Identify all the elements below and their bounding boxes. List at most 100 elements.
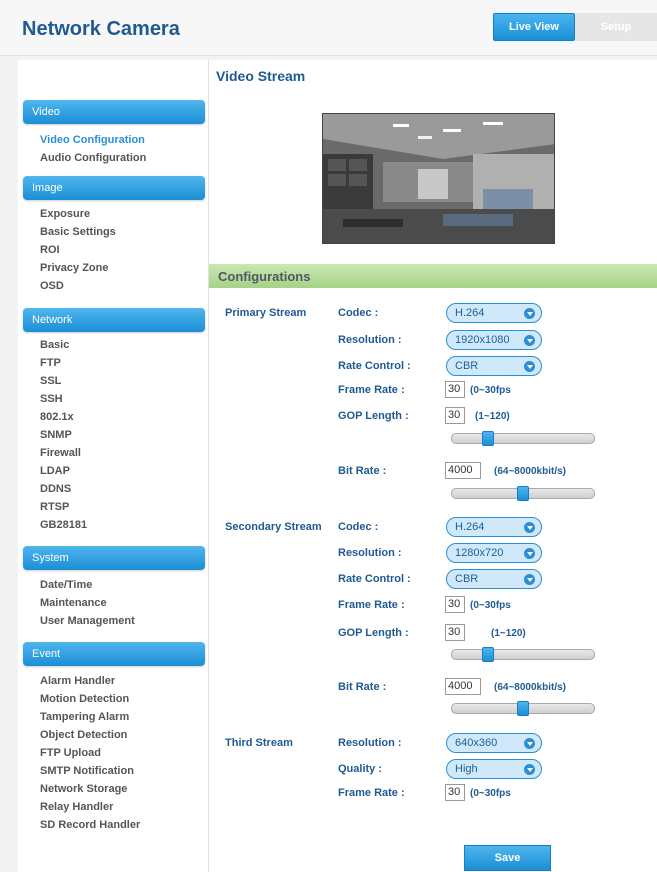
sidebar-item-exposure[interactable]: Exposure — [40, 205, 116, 223]
primary-resolution-label: Resolution : — [338, 334, 402, 346]
configurations-bar: Configurations — [209, 264, 657, 288]
secondary-bitrate-range: (64~8000kbit/s) — [494, 682, 566, 693]
secondary-bitrate-input[interactable]: 4000 — [445, 678, 481, 695]
primary-resolution-value: 1920x1080 — [455, 334, 510, 346]
sidebar: Video Video Configuration Audio Configur… — [18, 60, 209, 872]
sidebar-section-network[interactable]: Network — [23, 308, 205, 332]
sidebar-section-video[interactable]: Video — [23, 100, 205, 124]
primary-bitrate-label: Bit Rate : — [338, 465, 387, 477]
sidebar-item-firewall[interactable]: Firewall — [40, 444, 87, 462]
sidebar-section-image[interactable]: Image — [23, 176, 205, 200]
secondary-frame-rate-label: Frame Rate : — [338, 599, 405, 611]
configurations-title: Configurations — [218, 269, 311, 284]
sidebar-item-rtsp[interactable]: RTSP — [40, 498, 87, 516]
save-button[interactable]: Save — [464, 845, 551, 871]
sidebar-group-video: Video Configuration Audio Configuration — [40, 131, 146, 167]
sidebar-item-ftp[interactable]: FTP — [40, 354, 87, 372]
primary-frame-rate-range: (0~30fps — [470, 385, 511, 396]
secondary-gop-input[interactable]: 30 — [445, 624, 465, 641]
sidebar-item-snmp[interactable]: SNMP — [40, 426, 87, 444]
sidebar-group-event: Alarm Handler Motion Detection Tampering… — [40, 672, 140, 834]
tab-live-view[interactable]: Live View — [493, 13, 575, 41]
chevron-down-icon — [524, 361, 535, 372]
camera-preview — [322, 113, 555, 244]
primary-frame-rate-label: Frame Rate : — [338, 384, 405, 396]
chevron-down-icon — [524, 522, 535, 533]
third-frame-rate-range: (0~30fps — [470, 788, 511, 799]
sidebar-item-ldap[interactable]: LDAP — [40, 462, 87, 480]
sidebar-item-sd-record-handler[interactable]: SD Record Handler — [40, 816, 140, 834]
slider-thumb[interactable] — [481, 431, 494, 446]
secondary-resolution-select[interactable]: 1280x720 — [446, 543, 542, 563]
sidebar-item-ftp-upload[interactable]: FTP Upload — [40, 744, 140, 762]
primary-gop-input[interactable]: 30 — [445, 407, 465, 424]
sidebar-section-event[interactable]: Event — [23, 642, 205, 666]
sidebar-item-ssh[interactable]: SSH — [40, 390, 87, 408]
sidebar-item-basic[interactable]: Basic — [40, 336, 87, 354]
secondary-codec-select[interactable]: H.264 — [446, 517, 542, 537]
sidebar-item-8021x[interactable]: 802.1x — [40, 408, 87, 426]
sidebar-item-ssl[interactable]: SSL — [40, 372, 87, 390]
sidebar-item-alarm-handler[interactable]: Alarm Handler — [40, 672, 140, 690]
primary-resolution-select[interactable]: 1920x1080 — [446, 330, 542, 350]
secondary-codec-value: H.264 — [455, 521, 485, 533]
primary-codec-value: H.264 — [455, 307, 485, 319]
primary-gop-label: GOP Length : — [338, 410, 409, 422]
header-bar: Network Camera Live View Setup — [0, 0, 657, 56]
slider-thumb[interactable] — [481, 647, 494, 662]
primary-bitrate-slider[interactable] — [451, 486, 595, 501]
primary-codec-select[interactable]: H.264 — [446, 303, 542, 323]
primary-frame-rate-input[interactable]: 30 — [445, 381, 465, 398]
chevron-down-icon — [524, 574, 535, 585]
sidebar-item-smtp-notification[interactable]: SMTP Notification — [40, 762, 140, 780]
primary-gop-slider[interactable] — [451, 431, 595, 446]
sidebar-item-privacy-zone[interactable]: Privacy Zone — [40, 259, 116, 277]
slider-thumb[interactable] — [517, 486, 529, 501]
primary-rate-control-select[interactable]: CBR — [446, 356, 542, 376]
sidebar-item-date-time[interactable]: Date/Time — [40, 576, 135, 594]
main-panel: Video Stream Configurations Primary Stre — [209, 60, 657, 872]
primary-stream-label: Primary Stream — [225, 307, 307, 319]
secondary-gop-slider[interactable] — [451, 647, 595, 662]
sidebar-item-basic-settings[interactable]: Basic Settings — [40, 223, 116, 241]
sidebar-item-audio-configuration[interactable]: Audio Configuration — [40, 149, 146, 167]
primary-bitrate-input[interactable]: 4000 — [445, 462, 481, 479]
sidebar-item-roi[interactable]: ROI — [40, 241, 116, 259]
sidebar-item-user-management[interactable]: User Management — [40, 612, 135, 630]
sidebar-item-object-detection[interactable]: Object Detection — [40, 726, 140, 744]
sidebar-item-video-configuration[interactable]: Video Configuration — [40, 131, 146, 149]
secondary-frame-rate-input[interactable]: 30 — [445, 596, 465, 613]
secondary-bitrate-slider[interactable] — [451, 701, 595, 716]
sidebar-item-gb28181[interactable]: GB28181 — [40, 516, 87, 534]
sidebar-item-osd[interactable]: OSD — [40, 277, 116, 295]
sidebar-item-relay-handler[interactable]: Relay Handler — [40, 798, 140, 816]
secondary-gop-label: GOP Length : — [338, 627, 409, 639]
sidebar-group-image: Exposure Basic Settings ROI Privacy Zone… — [40, 205, 116, 295]
secondary-frame-rate-range: (0~30fps — [470, 600, 511, 611]
sidebar-item-tampering-alarm[interactable]: Tampering Alarm — [40, 708, 140, 726]
sidebar-section-system[interactable]: System — [23, 546, 205, 570]
top-tabs: Live View Setup — [493, 13, 657, 41]
third-resolution-value: 640x360 — [455, 737, 498, 749]
third-resolution-select[interactable]: 640x360 — [446, 733, 542, 753]
app-title: Network Camera — [22, 18, 180, 40]
sidebar-group-system: Date/Time Maintenance User Management — [40, 576, 135, 630]
third-frame-rate-input[interactable]: 30 — [445, 784, 465, 801]
sidebar-item-motion-detection[interactable]: Motion Detection — [40, 690, 140, 708]
sidebar-item-ddns[interactable]: DDNS — [40, 480, 87, 498]
third-quality-label: Quality : — [338, 763, 383, 775]
secondary-resolution-value: 1280x720 — [455, 547, 504, 559]
slider-thumb[interactable] — [517, 701, 529, 716]
secondary-rate-control-select[interactable]: CBR — [446, 569, 542, 589]
third-quality-select[interactable]: High — [446, 759, 542, 779]
chevron-down-icon — [524, 738, 535, 749]
chevron-down-icon — [524, 308, 535, 319]
secondary-stream-label: Secondary Stream — [225, 521, 322, 533]
chevron-down-icon — [524, 548, 535, 559]
page-title: Video Stream — [216, 68, 306, 84]
sidebar-item-maintenance[interactable]: Maintenance — [40, 594, 135, 612]
primary-bitrate-range: (64~8000kbit/s) — [494, 466, 566, 477]
tab-setup[interactable]: Setup — [575, 13, 657, 41]
third-resolution-label: Resolution : — [338, 737, 402, 749]
sidebar-item-network-storage[interactable]: Network Storage — [40, 780, 140, 798]
